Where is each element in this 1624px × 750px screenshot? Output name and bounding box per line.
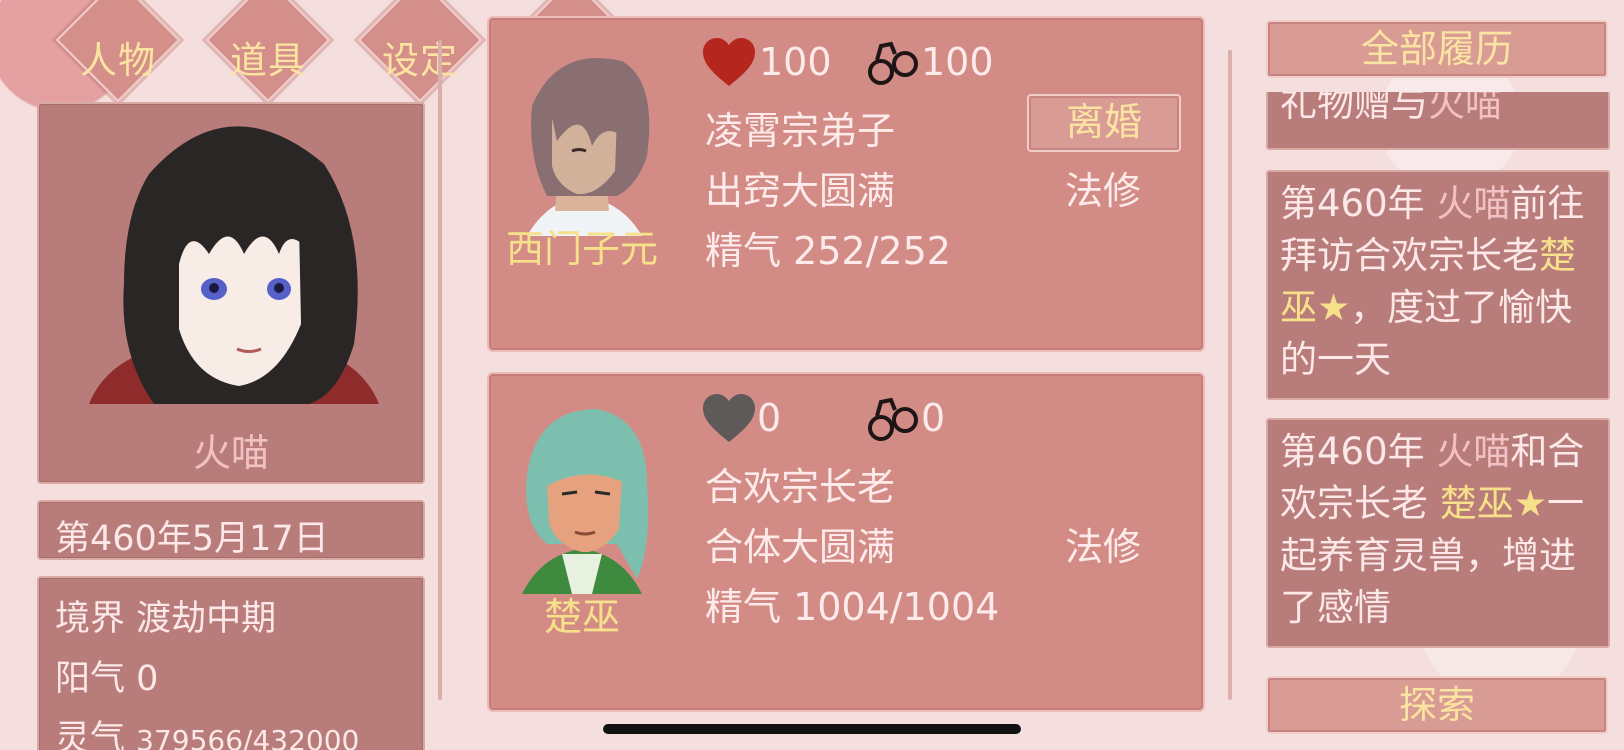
partner-name: 楚巫 [543, 595, 620, 639]
nav-characters[interactable]: 人物 [48, 0, 188, 110]
player-portrait [89, 126, 379, 405]
partner-sect-role: 凌霄宗弟子 [705, 109, 896, 153]
history-log[interactable]: 礼物赠与火喵 第460年 火喵前往拜访合欢宗长老楚巫★，度过了愉快的一天 第46… [1266, 92, 1614, 652]
heart-icon [703, 38, 755, 86]
nav-items[interactable]: 道具 [198, 0, 338, 110]
log-name: 楚巫★ [1439, 482, 1547, 525]
player-stats-panel: 境界 渡劫中期 阳气 0 灵气 379566/432000 [37, 576, 425, 750]
handcuffs-icon [868, 397, 918, 441]
partner-portrait [522, 409, 649, 594]
home-indicator[interactable] [603, 724, 1021, 734]
stat-value: 379566/432000 [136, 724, 360, 750]
game-date: 第460年5月17日 [55, 519, 329, 559]
divorce-button[interactable]: 离婚 [1027, 94, 1181, 152]
partner-portrait [527, 58, 650, 236]
affection-value: 100 [759, 40, 832, 84]
affection-value: 0 [757, 396, 782, 440]
nav-label: 人物 [80, 39, 156, 82]
partner-card[interactable]: 楚巫 0 0 合欢宗长老 合体大圆满 法修 精气 1004/1004 [487, 372, 1205, 712]
stat-spirit: 灵气 379566/432000 [55, 710, 359, 750]
stat-value: 渡劫中期 [136, 599, 277, 639]
log-text: 第460年 [1280, 182, 1437, 225]
stat-value: 0 [136, 659, 159, 699]
partner-name: 西门子元 [505, 227, 658, 271]
player-name: 火喵 [192, 431, 269, 475]
date-panel: 第460年5月17日 [37, 500, 425, 560]
log-name: 火喵 [1436, 182, 1511, 225]
stat-label: 阳气 [55, 659, 126, 699]
left-scrollbar[interactable] [438, 40, 442, 700]
partner-essence: 精气 252/252 [705, 229, 951, 273]
partner-realm: 出窍大圆满 [705, 169, 896, 213]
bond-value: 100 [921, 40, 994, 84]
partner-card[interactable]: 西门子元 100 100 凌霄宗弟子 出窍大圆满 法修 精气 252/252 离… [487, 16, 1205, 352]
all-history-button[interactable]: 全部履历 [1266, 20, 1608, 78]
player-portrait-panel[interactable]: 火喵 [37, 102, 425, 484]
partner-path: 法修 [1065, 169, 1142, 213]
partner-sect-role: 合欢宗长老 [705, 465, 896, 509]
stat-yang: 阳气 0 [55, 650, 158, 701]
bond-value: 0 [921, 396, 946, 440]
log-text: 第460年 [1280, 430, 1437, 473]
log-entry: 第460年 火喵前往拜访合欢宗长老楚巫★，度过了愉快的一天 [1266, 170, 1610, 400]
log-entry: 礼物赠与火喵 [1266, 92, 1610, 150]
explore-button[interactable]: 探索 [1266, 676, 1608, 734]
right-scrollbar[interactable] [1228, 50, 1232, 700]
partner-path: 法修 [1065, 525, 1142, 569]
log-name: 火喵 [1428, 92, 1502, 125]
stat-label: 灵气 [55, 719, 126, 750]
stat-realm: 境界 渡劫中期 [55, 590, 276, 641]
log-text: 礼物赠与 [1280, 92, 1428, 125]
heart-icon [703, 394, 755, 442]
log-entry: 第460年 火喵和合欢宗长老 楚巫★一起养育灵兽，增进了感情 [1266, 418, 1610, 648]
partner-essence: 精气 1004/1004 [705, 585, 1000, 629]
nav-label: 设定 [382, 39, 458, 82]
stat-label: 境界 [55, 599, 126, 639]
nav-label: 道具 [230, 39, 306, 82]
handcuffs-icon [868, 41, 918, 85]
partner-realm: 合体大圆满 [705, 525, 896, 569]
nav-settings[interactable]: 设定 [350, 0, 490, 110]
log-name: 火喵 [1436, 430, 1511, 473]
